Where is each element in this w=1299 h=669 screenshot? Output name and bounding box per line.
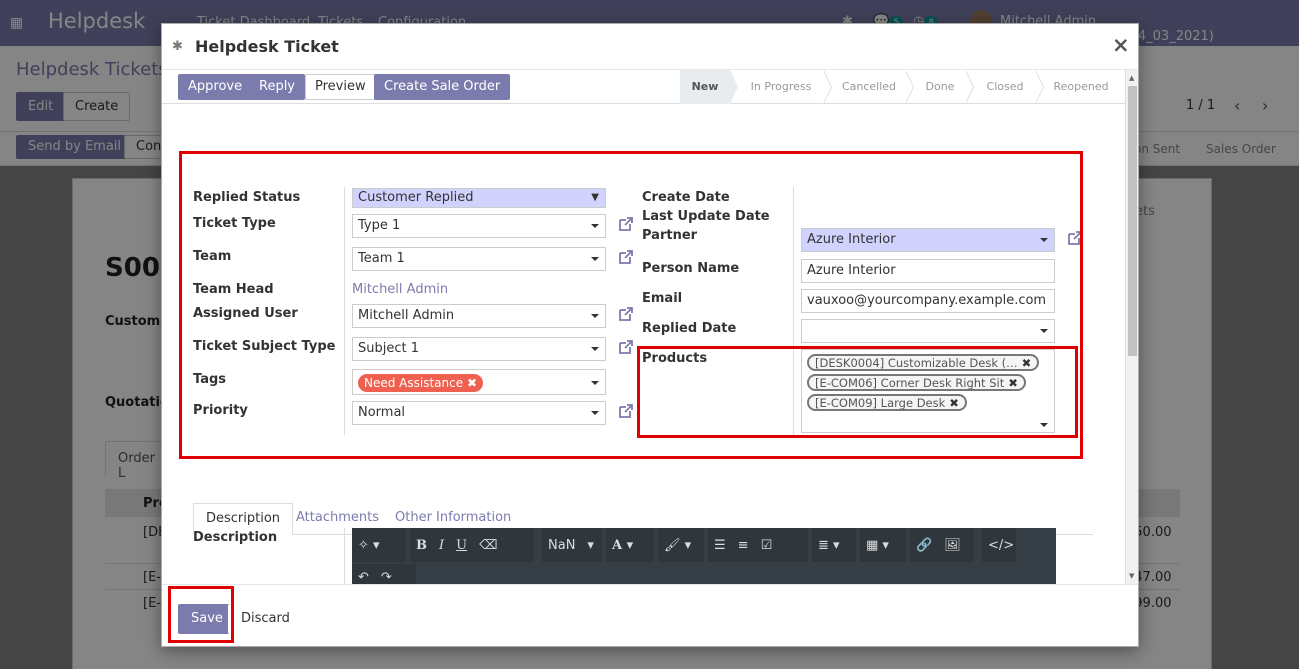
font-size-dropdown[interactable]: NaN ▾ bbox=[542, 528, 602, 562]
font-style-group: B I U ⌫ bbox=[410, 528, 534, 562]
checklist-icon[interactable]: ☑ bbox=[755, 538, 779, 553]
magic-wand-icon: ✧ ▾ bbox=[358, 537, 380, 553]
font-size-value: NaN bbox=[548, 537, 576, 553]
scroll-up-icon[interactable]: ▲ bbox=[1129, 74, 1134, 82]
form-header-bar: Approve Reply Preview Create Sale Order … bbox=[162, 70, 1125, 104]
image-icon[interactable]: 🖼 bbox=[938, 538, 967, 553]
stage-closed[interactable]: Closed bbox=[974, 70, 1036, 104]
font-color-button[interactable]: A ▾ bbox=[606, 528, 654, 562]
align-icon: ≣ ▾ bbox=[818, 537, 840, 553]
highlight-save bbox=[168, 586, 234, 643]
italic-icon[interactable]: I bbox=[433, 538, 450, 553]
bullet-list-icon[interactable]: ☰ bbox=[708, 538, 732, 553]
modal-header: ✱ Helpdesk Ticket × bbox=[162, 24, 1138, 70]
reply-button[interactable]: Reply bbox=[249, 74, 306, 100]
stage-new[interactable]: New bbox=[680, 70, 730, 104]
description-label: Description bbox=[193, 530, 278, 545]
code-icon: </> bbox=[988, 537, 1015, 553]
modal-title: Helpdesk Ticket bbox=[195, 37, 339, 56]
modal-body[interactable]: Approve Reply Preview Create Sale Order … bbox=[162, 70, 1138, 584]
chevron-down-icon: ▾ bbox=[587, 537, 594, 553]
scroll-thumb[interactable] bbox=[1128, 86, 1137, 356]
stage-in-progress[interactable]: In Progress bbox=[738, 70, 824, 104]
scroll-down-icon[interactable]: ▼ bbox=[1129, 572, 1134, 580]
bug-icon: ✱ bbox=[172, 39, 183, 54]
align-button[interactable]: ≣ ▾ bbox=[812, 528, 856, 562]
discard-button[interactable]: Discard bbox=[228, 604, 303, 634]
preview-button[interactable]: Preview bbox=[305, 74, 376, 100]
stage-reopened[interactable]: Reopened bbox=[1044, 70, 1118, 104]
bold-icon[interactable]: B bbox=[410, 538, 433, 553]
highlight-products bbox=[637, 346, 1078, 438]
magic-wand-button[interactable]: ✧ ▾ bbox=[352, 528, 406, 562]
ticket-form: Replied Status Customer Replied ▼ Ticket… bbox=[162, 104, 1125, 584]
code-view-button[interactable]: </> bbox=[982, 528, 1016, 562]
close-icon[interactable]: × bbox=[1112, 33, 1130, 57]
modal-scrollbar[interactable]: ▲ ▼ bbox=[1125, 70, 1138, 584]
stage-cancelled[interactable]: Cancelled bbox=[832, 70, 906, 104]
stage-done[interactable]: Done bbox=[914, 70, 966, 104]
redo-icon[interactable]: ↷ bbox=[375, 570, 398, 585]
modal-footer: Save Discard bbox=[162, 584, 1138, 646]
table-button[interactable]: ▦ ▾ bbox=[860, 528, 906, 562]
font-color-icon: A ▾ bbox=[612, 537, 634, 553]
brush-icon: 🖌 ▾ bbox=[664, 537, 692, 553]
table-icon: ▦ ▾ bbox=[866, 537, 889, 553]
numbered-list-icon[interactable]: ≡ bbox=[732, 538, 755, 553]
list-group: ☰ ≡ ☑ bbox=[708, 528, 808, 562]
helpdesk-ticket-modal: ✱ Helpdesk Ticket × Approve Reply Previe… bbox=[161, 23, 1139, 647]
insert-group: 🔗 🖼 bbox=[910, 528, 974, 562]
highlight-color-button[interactable]: 🖌 ▾ bbox=[658, 528, 704, 562]
approve-button[interactable]: Approve bbox=[178, 74, 253, 100]
html-editor-toolbar: ✧ ▾ B I U ⌫ NaN ▾ A ▾ 🖌 ▾ ☰ ≡ ☑ ≣ ▾ ▦ ▾ 🔗… bbox=[352, 528, 1056, 584]
undo-icon[interactable]: ↶ bbox=[352, 570, 375, 585]
underline-icon[interactable]: U bbox=[450, 538, 473, 553]
create-sale-order-button[interactable]: Create Sale Order bbox=[374, 74, 511, 100]
link-icon[interactable]: 🔗 bbox=[910, 538, 938, 553]
eraser-icon[interactable]: ⌫ bbox=[473, 538, 503, 553]
history-group: ↶ ↷ bbox=[352, 564, 416, 584]
